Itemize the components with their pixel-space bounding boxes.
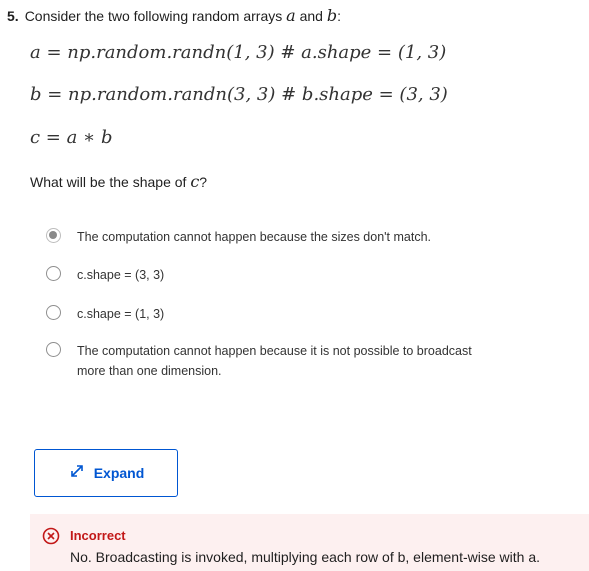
expand-label: Expand xyxy=(93,465,145,481)
feedback-status: Incorrect xyxy=(70,528,126,543)
option-3-label: c.shape = (1, 3) xyxy=(77,307,165,321)
question-and: and xyxy=(299,8,323,24)
question-text: Consider the two following random arrays xyxy=(24,8,283,24)
feedback-message: No. Broadcasting is invoked, multiplying… xyxy=(70,549,540,565)
x-circle-icon xyxy=(42,527,60,550)
option-2-label: c.shape = (3, 3) xyxy=(77,268,165,282)
option-4-label: The computation cannot happen because it… xyxy=(77,344,472,378)
var-c: c xyxy=(190,172,200,191)
code-line-c: c = a ∗ b xyxy=(30,127,113,148)
question-header: 5. Consider the two following random arra… xyxy=(7,6,341,25)
expand-arrows-icon xyxy=(68,462,86,485)
prompt-text: What will be the shape of xyxy=(30,174,187,190)
option-1-label: The computation cannot happen because th… xyxy=(77,230,432,244)
code-line-b: b = np.random.randn(3, 3) # b.shape = (3… xyxy=(30,84,448,105)
question-colon: : xyxy=(337,8,341,24)
radio-icon[interactable] xyxy=(46,266,61,281)
code-line-a: a = np.random.randn(1, 3) # a.shape = (1… xyxy=(30,42,447,63)
option-1[interactable]: The computation cannot happen because th… xyxy=(46,227,431,247)
radio-icon[interactable] xyxy=(46,305,61,320)
radio-selected-icon[interactable] xyxy=(46,228,61,243)
question-prompt: What will be the shape of c? xyxy=(30,172,207,191)
question-number: 5. xyxy=(7,8,19,24)
option-4[interactable]: The computation cannot happen because it… xyxy=(46,341,472,381)
option-3[interactable]: c.shape = (1, 3) xyxy=(46,304,164,324)
var-a: a xyxy=(286,6,296,25)
var-b: b xyxy=(326,6,338,25)
feedback-panel: Incorrect No. Broadcasting is invoked, m… xyxy=(30,514,589,571)
option-2[interactable]: c.shape = (3, 3) xyxy=(46,265,164,285)
prompt-qmark: ? xyxy=(199,174,208,190)
radio-icon[interactable] xyxy=(46,342,61,357)
expand-button[interactable]: Expand xyxy=(34,449,178,497)
